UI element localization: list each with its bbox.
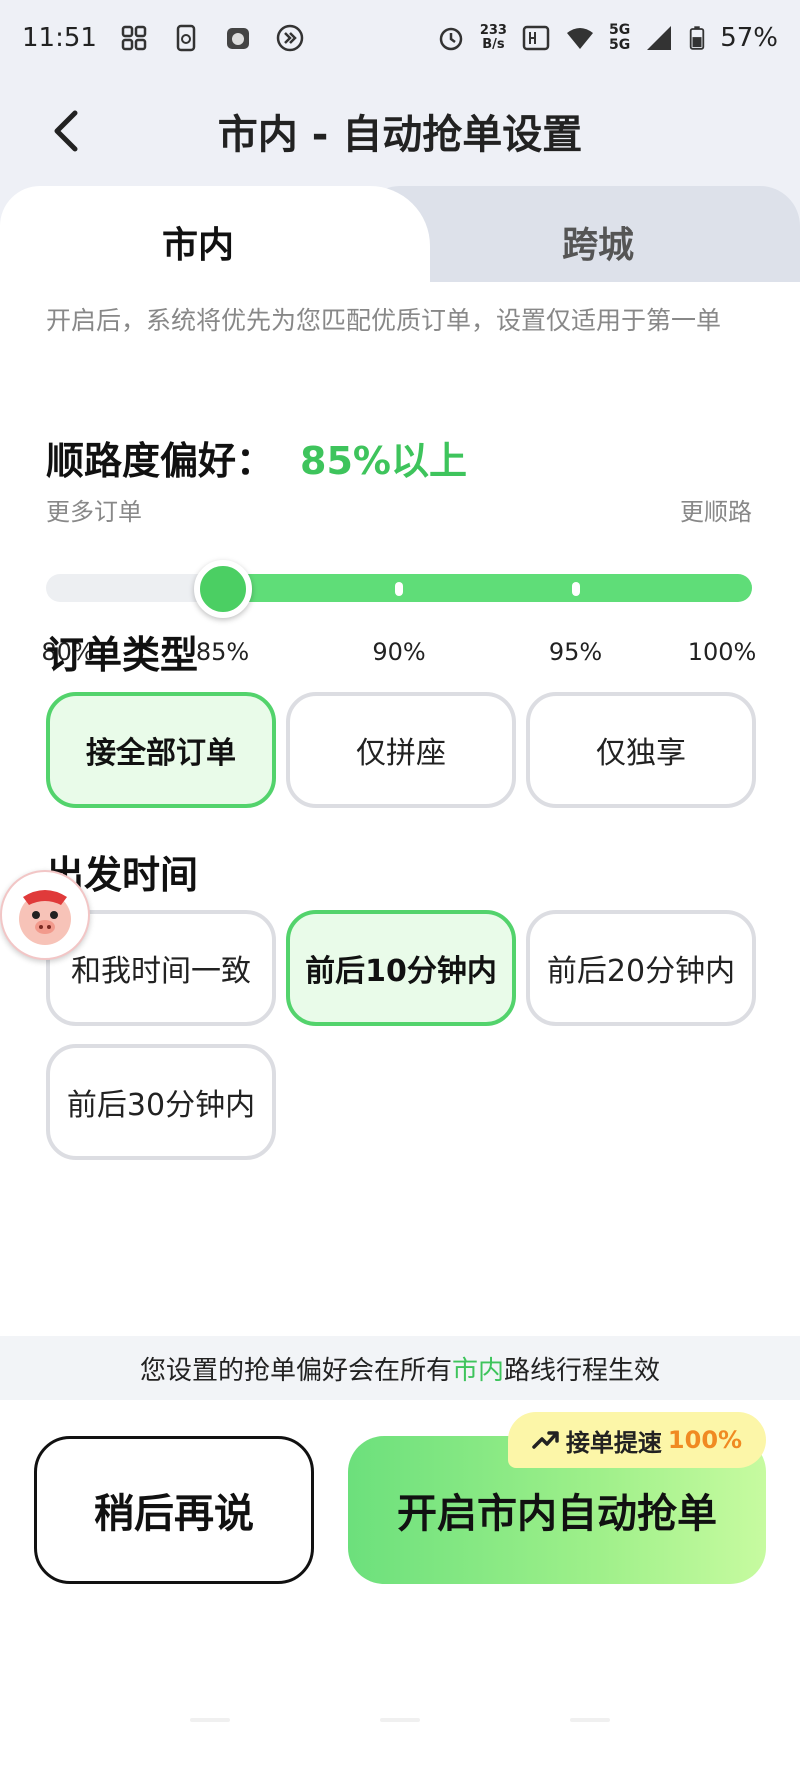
speed-badge-text: 接单提速 (565, 1428, 662, 1457)
phone-app-icon (176, 24, 196, 52)
nav-bar: 市内 - 自动抢单设置 (0, 76, 800, 186)
network-type: 5G 5G (609, 23, 630, 53)
nav-back-hint[interactable] (190, 1718, 230, 1722)
wifi-icon (566, 28, 593, 49)
network-type-bottom: 5G (608, 37, 631, 53)
order-type-carpool-chip[interactable]: 仅拼座 (286, 692, 516, 808)
trend-up-icon (532, 1431, 559, 1449)
speed-badge-percent: 100% (667, 1426, 743, 1454)
pet-app-icon (226, 28, 249, 49)
network-type-top: 5G (608, 22, 631, 38)
slider-tick-label: 95% (548, 638, 603, 666)
order-type-exclusive-chip[interactable]: 仅独享 (526, 692, 756, 808)
battery-percent: 57% (720, 23, 778, 53)
status-time: 11:51 (22, 23, 97, 53)
nav-recent-hint[interactable] (570, 1718, 610, 1722)
departure-30min-chip[interactable]: 前后30分钟内 (46, 1044, 276, 1160)
preference-right-label: 更顺路 (680, 498, 752, 526)
page-title: 市内 - 自动抢单设置 (217, 112, 583, 158)
tab-city[interactable]: 市内 (162, 216, 234, 268)
notice-suffix: 路线行程生效 (504, 1355, 661, 1386)
system-nav-bar (0, 1718, 800, 1748)
nav-home-hint[interactable] (380, 1718, 420, 1722)
alarm-icon (439, 27, 463, 51)
preference-slider-fill (222, 574, 752, 602)
status-bar: 11:51 233 B/s 5G 5G 57% (0, 0, 800, 76)
intro-text: 开启后，系统将优先为您匹配优质订单，设置仅适用于第一单 (46, 306, 722, 335)
preference-title: 顺路度偏好： (46, 439, 275, 483)
hd-icon (522, 25, 550, 51)
slider-tick-label: 85% (195, 638, 250, 666)
notice-prefix: 您设置的抢单偏好会在所有 (139, 1355, 452, 1386)
preference-value: 85%以上 (300, 439, 467, 483)
bottom-action-area: 稍后再说 开启市内自动抢单 接单提速 100% (0, 1400, 800, 1778)
net-speed: 233 B/s (480, 24, 507, 52)
net-speed-unit: B/s (482, 37, 505, 52)
tab-intercity[interactable]: 跨城 (562, 216, 634, 268)
preference-left-label: 更多订单 (46, 498, 142, 526)
slider-tick-mark (395, 582, 403, 596)
departure-10min-chip[interactable]: 前后10分钟内 (286, 910, 516, 1026)
slider-tick-label: 100% (687, 638, 757, 666)
slider-tick-mark (571, 582, 580, 596)
slider-tick-label: 90% (372, 638, 426, 666)
pig-avatar-icon (19, 890, 71, 945)
chevron-left-icon (54, 110, 78, 152)
floating-assistant-avatar[interactable] (0, 870, 90, 960)
tab-bar: 市内 跨城 (0, 186, 800, 296)
departure-20min-chip[interactable]: 前后20分钟内 (526, 910, 756, 1026)
notice-highlight: 市内 (451, 1355, 504, 1386)
settings-card: 开启后，系统将优先为您匹配优质订单，设置仅适用于第一单 顺路度偏好： 85%以上… (0, 282, 800, 1336)
app-grid-icon (121, 25, 147, 51)
preference-slider-thumb[interactable] (193, 560, 252, 618)
fast-forward-icon (276, 24, 304, 52)
battery-icon (690, 26, 705, 50)
signal-icon (647, 26, 672, 50)
order-type-title: 订单类型 (46, 633, 199, 677)
speed-up-badge: 接单提速 100% (508, 1412, 766, 1468)
order-type-all-chip[interactable]: 接全部订单 (46, 692, 276, 808)
net-speed-value: 233 (479, 23, 507, 38)
back-button[interactable] (36, 98, 96, 164)
notice-bar: 您设置的抢单偏好会在所有 市内 路线行程生效 (0, 1336, 800, 1400)
later-button[interactable]: 稍后再说 (34, 1436, 314, 1584)
preference-slider-track[interactable] (46, 574, 752, 602)
